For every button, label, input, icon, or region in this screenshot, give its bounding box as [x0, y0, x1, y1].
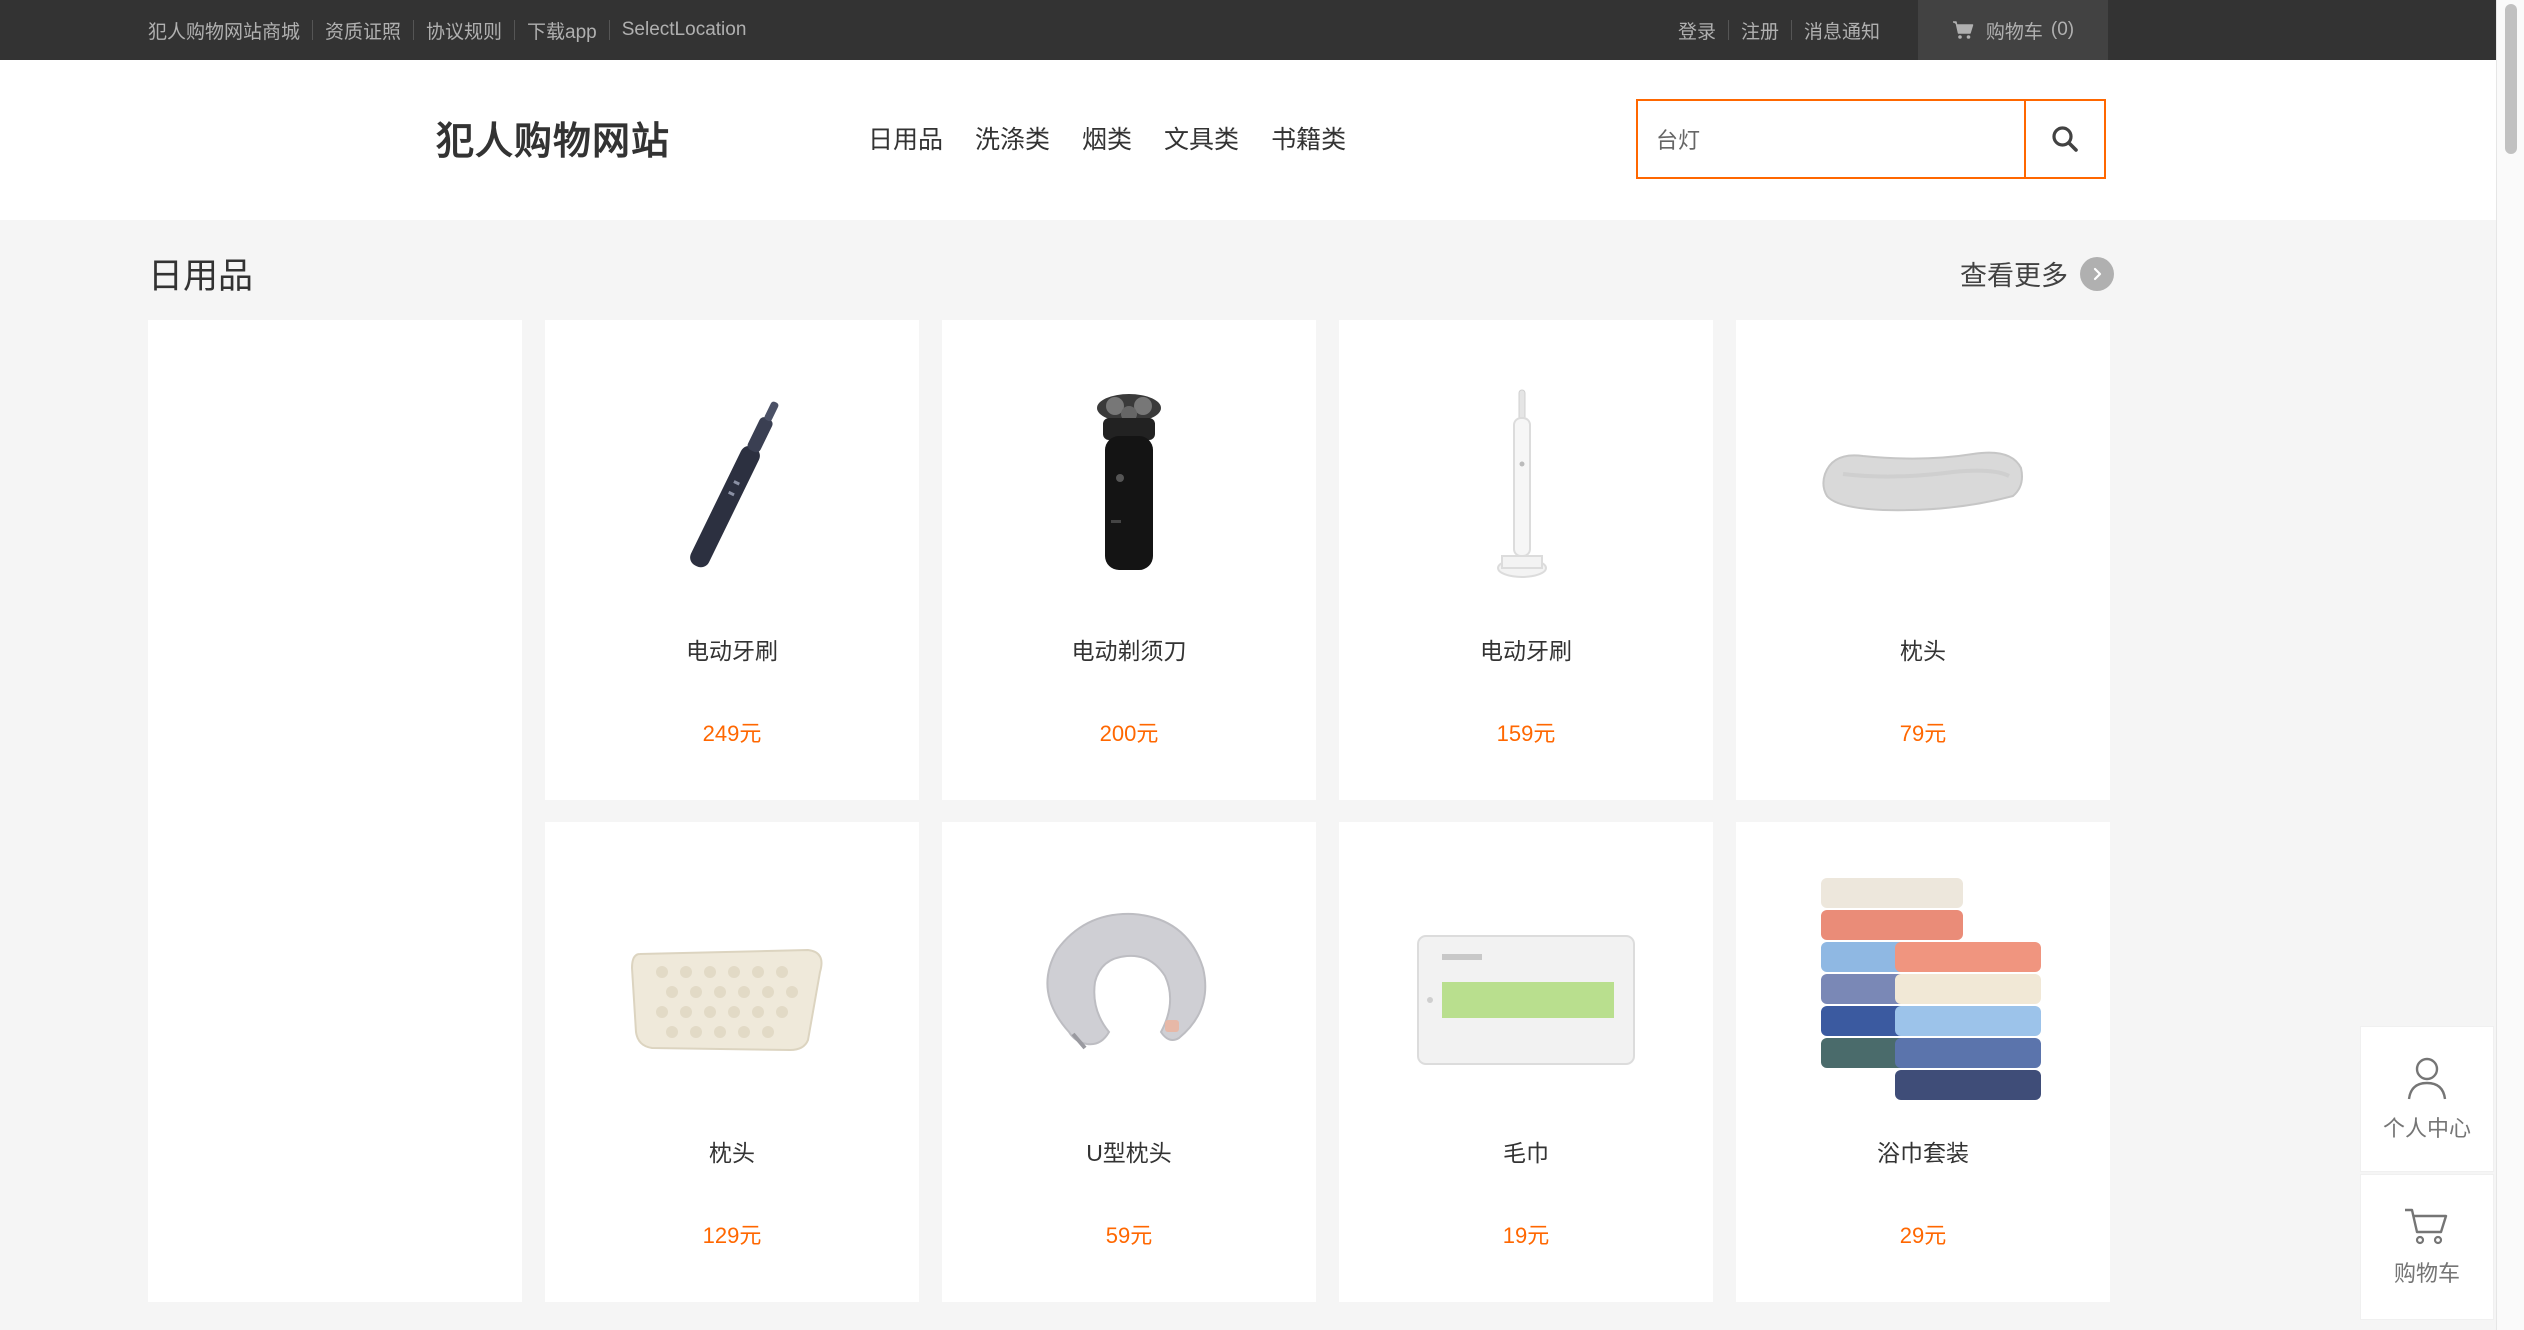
product-name[interactable]: 电动牙刷 [1339, 632, 1713, 666]
section-title: 日用品 [148, 257, 254, 296]
divider [514, 20, 516, 40]
product-price: 249元 [702, 721, 762, 746]
product-price: 79元 [1899, 721, 1947, 746]
divider [312, 20, 314, 40]
product-price: 159元 [1496, 721, 1556, 746]
nav-item-tobacco[interactable]: 烟类 [1082, 120, 1132, 156]
product-image [612, 872, 852, 1112]
product-card[interactable]: 毛巾 19元 [1339, 822, 1713, 1302]
product-price: 59元 [1105, 1223, 1153, 1248]
search-input[interactable] [1636, 99, 2025, 179]
product-card[interactable]: 电动牙刷 249元 [545, 320, 919, 800]
product-image [1406, 370, 1646, 610]
cart-icon [1952, 21, 1974, 39]
user-icon [2407, 1057, 2447, 1100]
site-logo[interactable]: 犯人购物网站 [436, 110, 670, 165]
product-price: 129元 [702, 1223, 762, 1248]
site-header: 犯人购物网站 日用品 洗涤类 烟类 文具类 书籍类 [0, 60, 2496, 220]
product-name[interactable]: U型枕头 [942, 1134, 1316, 1168]
notifications-link[interactable]: 消息通知 [1804, 17, 1880, 44]
product-image [612, 370, 852, 610]
divider [1728, 20, 1730, 40]
top-link-rules[interactable]: 协议规则 [426, 17, 502, 44]
login-link[interactable]: 登录 [1678, 17, 1716, 44]
electric-toothbrush-icon [690, 401, 779, 568]
towel-icon [1417, 935, 1635, 1065]
product-image [1009, 872, 1249, 1112]
nav-item-books[interactable]: 书籍类 [1271, 120, 1346, 156]
product-price: 29元 [1899, 1223, 1947, 1248]
top-cart-count: (0) [2050, 19, 2075, 40]
search-button[interactable] [2024, 99, 2106, 179]
search-icon [2052, 126, 2078, 152]
top-bar: 犯人购物网站商城 资质证照 协议规则 下载app SelectLocation … [0, 0, 2496, 60]
product-card[interactable]: 电动牙刷 159元 [1339, 320, 1713, 800]
divider [413, 20, 415, 40]
top-cart-label: 购物车 [1985, 21, 2043, 43]
view-more-link[interactable]: 查看更多 [1960, 254, 2114, 293]
product-price: 19元 [1502, 1223, 1550, 1248]
nav-item-detergent[interactable]: 洗涤类 [975, 120, 1050, 156]
product-name[interactable]: 枕头 [545, 1134, 919, 1168]
cart-icon [2405, 1208, 2448, 1245]
promo-panel[interactable] [148, 320, 522, 1302]
side-cart-button[interactable]: 购物车 [2360, 1174, 2494, 1320]
latex-pillow-icon [630, 948, 823, 1052]
product-card[interactable]: 电动剃须刀 200元 [942, 320, 1316, 800]
top-bar-left-links: 犯人购物网站商城 资质证照 协议规则 下载app SelectLocation [148, 0, 746, 60]
u-pillow-icon [1046, 912, 1207, 1050]
top-cart-button[interactable]: 购物车 (0) [1918, 0, 2108, 60]
scrollbar-thumb[interactable] [2505, 4, 2517, 154]
product-name[interactable]: 电动剃须刀 [942, 632, 1316, 666]
product-image [1009, 370, 1249, 610]
search-box [1636, 99, 2106, 179]
user-center-label: 个人中心 [2382, 1116, 2471, 1141]
top-link-mall[interactable]: 犯人购物网站商城 [148, 17, 300, 44]
category-nav: 日用品 洗涤类 烟类 文具类 书籍类 [868, 120, 1378, 156]
register-link[interactable]: 注册 [1741, 17, 1779, 44]
electric-toothbrush-icon [1497, 389, 1547, 578]
nav-item-daily[interactable]: 日用品 [868, 120, 943, 156]
product-card[interactable]: 浴巾套装 29元 [1736, 822, 2110, 1302]
nav-item-stationery[interactable]: 文具类 [1164, 120, 1239, 156]
product-name[interactable]: 枕头 [1736, 632, 2110, 666]
divider [608, 20, 610, 40]
product-name[interactable]: 毛巾 [1339, 1134, 1713, 1168]
electric-shaver-icon [1097, 394, 1161, 570]
page-scrollbar[interactable] [2496, 0, 2524, 1330]
product-image [1406, 872, 1646, 1112]
product-image [1803, 370, 2043, 610]
pillow-icon [1822, 451, 2023, 512]
user-center-button[interactable]: 个人中心 [2360, 1026, 2494, 1172]
top-link-download-app[interactable]: 下载app [527, 17, 597, 44]
chevron-right-icon [2080, 256, 2114, 291]
top-link-certificates[interactable]: 资质证照 [325, 17, 401, 44]
top-bar-right-links: 登录 注册 消息通知 [1678, 0, 1880, 60]
top-link-select-location[interactable]: SelectLocation [622, 19, 747, 41]
side-cart-label: 购物车 [2393, 1261, 2460, 1286]
product-image [1803, 872, 2043, 1112]
product-price: 200元 [1099, 721, 1159, 746]
product-card[interactable]: U型枕头 59元 [942, 822, 1316, 1302]
bath-towel-set-icon [1821, 878, 2041, 1100]
divider [1791, 20, 1793, 40]
product-name[interactable]: 电动牙刷 [545, 632, 919, 666]
product-name[interactable]: 浴巾套装 [1736, 1134, 2110, 1168]
floating-sidebar: 个人中心 购物车 [2360, 1026, 2494, 1320]
product-card[interactable]: 枕头 129元 [545, 822, 919, 1302]
product-card[interactable]: 枕头 79元 [1736, 320, 2110, 800]
view-more-label: 查看更多 [1960, 261, 2068, 291]
